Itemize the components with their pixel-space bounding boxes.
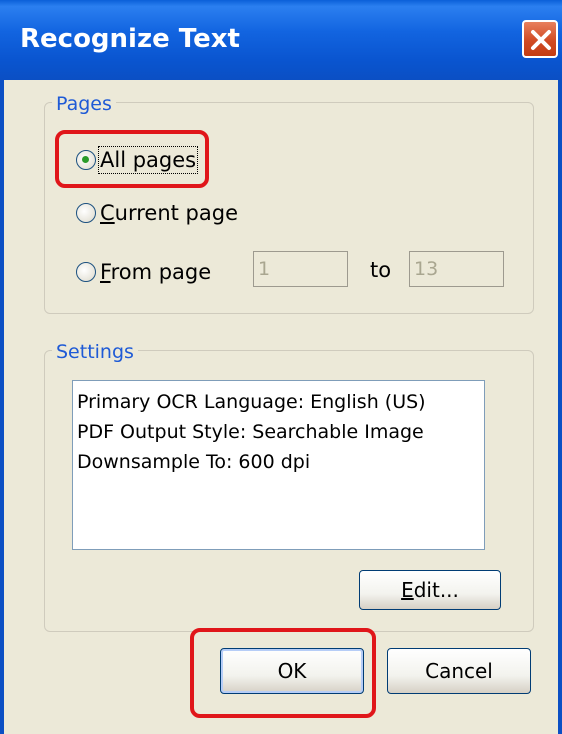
pages-legend: Pages	[52, 93, 116, 115]
current-page-radio[interactable]: Current page	[76, 201, 238, 225]
to-page-field[interactable]: 13	[409, 251, 504, 287]
cancel-button[interactable]: Cancel	[387, 648, 531, 694]
title-bar[interactable]: Recognize Text	[0, 0, 562, 80]
close-icon	[531, 30, 551, 50]
settings-line: PDF Output Style: Searchable Image	[77, 421, 424, 443]
to-label: to	[370, 258, 392, 282]
edit-button-label: Edit...	[401, 578, 459, 602]
all-pages-radio[interactable]: All pages	[76, 146, 199, 174]
dialog-title: Recognize Text	[20, 24, 240, 54]
radio-unselected-icon[interactable]	[76, 203, 96, 223]
radio-unselected-icon[interactable]	[76, 262, 96, 282]
ok-button[interactable]: OK	[220, 648, 364, 694]
close-button[interactable]	[522, 20, 558, 58]
all-pages-label: All pages	[97, 146, 199, 174]
settings-summary-box: Primary OCR Language: English (US) PDF O…	[72, 380, 485, 550]
settings-legend: Settings	[52, 341, 138, 363]
from-page-label: From page	[100, 260, 212, 284]
cancel-button-label: Cancel	[425, 659, 493, 683]
current-page-label: Current page	[100, 201, 239, 225]
edit-button[interactable]: Edit...	[359, 570, 501, 610]
window-frame-left	[0, 80, 4, 734]
from-page-field[interactable]: 1	[253, 251, 348, 287]
settings-line: Primary OCR Language: English (US)	[77, 391, 426, 413]
from-page-radio[interactable]: From page	[76, 260, 211, 284]
ok-button-label: OK	[277, 659, 307, 683]
settings-line: Downsample To: 600 dpi	[77, 451, 311, 473]
radio-selected-icon[interactable]	[76, 150, 96, 170]
window-frame-right	[558, 80, 562, 734]
